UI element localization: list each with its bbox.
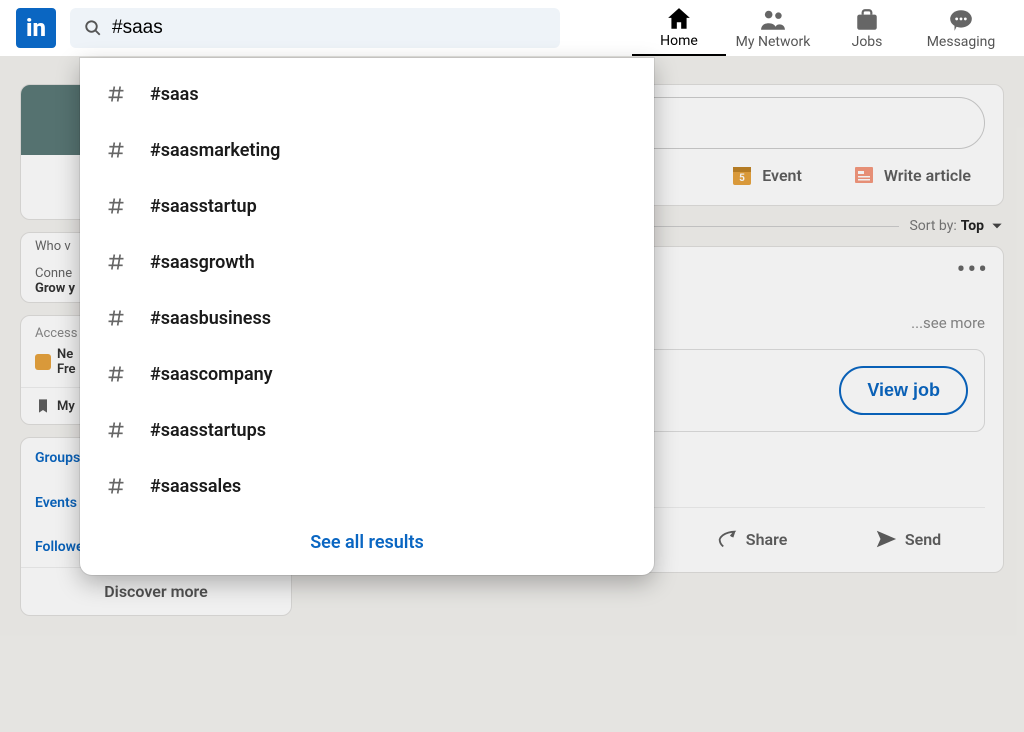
see-more-link[interactable]: ...see more [911,314,985,332]
svg-text:5: 5 [739,173,745,184]
compose-article[interactable]: Write article [852,163,971,187]
view-job-button[interactable]: View job [839,366,968,415]
calendar-icon: 5 [730,163,754,187]
bookmark-icon [35,398,51,414]
hashtag-icon [104,306,128,330]
share-icon [716,528,738,550]
nav-messaging[interactable]: Messaging [914,0,1008,56]
nav-home[interactable]: Home [632,0,726,56]
search-suggestion[interactable]: #saasmarketing [80,122,654,178]
hashtag-icon [104,418,128,442]
home-icon [666,6,692,32]
hashtag-icon [104,362,128,386]
send-button[interactable]: Send [859,518,957,560]
search-suggestion[interactable]: #saas [80,66,654,122]
search-dropdown: #saas #saasmarketing #saasstartup #saasg… [80,58,654,575]
messaging-icon [948,7,974,33]
search-suggestion[interactable]: #saasgrowth [80,234,654,290]
nav-jobs[interactable]: Jobs [820,0,914,56]
search-suggestion[interactable]: #saasstartup [80,178,654,234]
compose-event[interactable]: 5 Event [730,163,802,187]
search-suggestion[interactable]: #saascompany [80,346,654,402]
premium-icon [35,354,51,370]
send-icon [875,528,897,550]
global-nav: in Home My Network Jobs Messaging [0,0,1024,56]
hashtag-icon [104,82,128,106]
hashtag-icon [104,138,128,162]
article-icon [852,163,876,187]
search-input[interactable] [70,8,560,48]
hashtag-icon [104,250,128,274]
chevron-down-icon [990,219,1004,233]
search-icon [84,19,102,37]
post-menu-button[interactable]: ••• [957,255,989,285]
hashtag-icon [104,474,128,498]
search-suggestion[interactable]: #saasstartups [80,402,654,458]
hashtag-icon [104,194,128,218]
see-all-results[interactable]: See all results [80,514,654,575]
network-icon [760,7,786,33]
share-button[interactable]: Share [700,518,804,560]
linkedin-logo[interactable]: in [16,8,56,48]
nav-network[interactable]: My Network [726,0,820,56]
jobs-icon [854,7,880,33]
search-suggestion[interactable]: #saassales [80,458,654,514]
search-suggestion[interactable]: #saasbusiness [80,290,654,346]
